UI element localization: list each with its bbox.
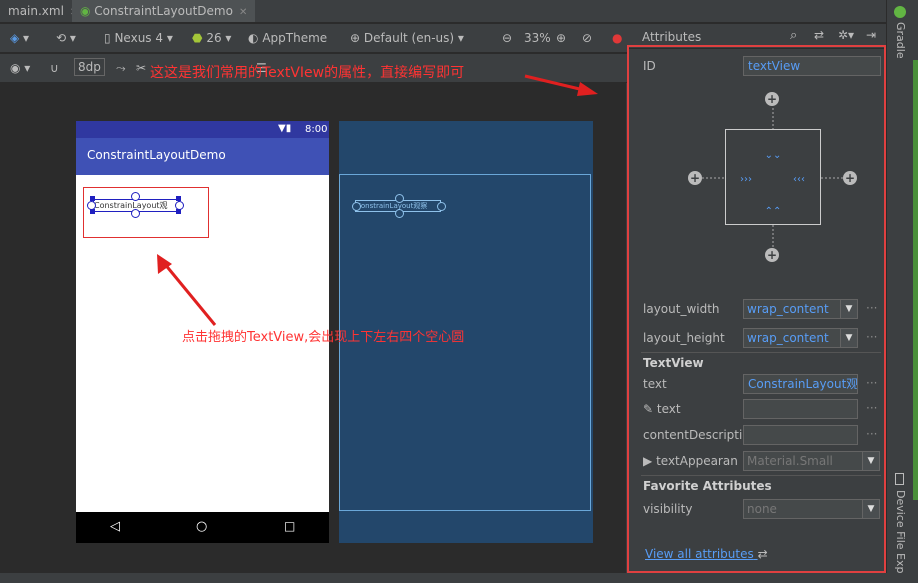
layout-width-select[interactable]: wrap_content ▼ (743, 299, 858, 319)
text-input[interactable]: ConstrainLayout观 (743, 374, 858, 394)
arrow-to-textview (157, 254, 217, 326)
chevron-down-icon: ▼ (840, 329, 857, 347)
svg-text:⌃⌃: ⌃⌃ (765, 206, 782, 217)
chevron-down-icon: ▼ (862, 452, 879, 470)
visibility-select[interactable]: none ▼ (743, 499, 880, 519)
layout-width-label: layout_width (643, 302, 720, 316)
constraint-widget: ⌄⌄ ⌃⌃ ››› ‹‹‹ (702, 108, 845, 248)
bottom-status-strip (0, 573, 918, 583)
expand-triangle-icon: ▶ (643, 454, 653, 468)
divider (641, 352, 881, 353)
layout-height-select[interactable]: wrap_content ▼ (743, 328, 858, 348)
add-bottom-constraint-icon[interactable]: + (765, 248, 779, 262)
content-description-label: contentDescripti (643, 428, 743, 442)
chevron-down-icon: ▼ (840, 300, 857, 318)
more-icon[interactable]: ··· (866, 401, 877, 415)
text-appearance-label-text: textAppearan (656, 454, 738, 468)
gradle-icon (894, 6, 906, 18)
svg-text:‹‹‹: ‹‹‹ (793, 174, 805, 185)
view-all-attributes-link[interactable]: View all attributes ⇄ (645, 547, 768, 561)
device-file-explorer-tab[interactable]: Device File Explorer (894, 490, 907, 573)
device-file-icon (895, 473, 904, 485)
brush-icon: ✎ (643, 402, 654, 416)
id-label: ID (643, 59, 656, 73)
more-icon[interactable]: ··· (866, 427, 877, 441)
annotation-drag-note: 点击拖拽的TextView,会出现上下左右四个空心圆 (182, 330, 465, 345)
chevron-down-icon: ▼ (862, 500, 879, 518)
panel-title: Attributes (642, 30, 702, 44)
side-indicator (913, 60, 918, 500)
gradle-tab[interactable]: Gradle (894, 22, 907, 59)
divider (641, 475, 881, 476)
visibility-label: visibility (643, 502, 693, 516)
search-icon[interactable]: ⌕ (790, 28, 797, 43)
add-right-constraint-icon[interactable]: + (843, 171, 857, 185)
more-icon[interactable]: ··· (866, 301, 877, 315)
swap-icon[interactable]: ⇄ (814, 28, 824, 42)
view-all-label: View all attributes (645, 547, 754, 561)
layout-width-value: wrap_content (747, 302, 829, 316)
textview-section-title: TextView (643, 356, 704, 370)
more-icon[interactable]: ··· (866, 376, 877, 390)
text-label: text (643, 377, 667, 391)
tools-text-label: ✎ text (643, 402, 681, 416)
more-icon[interactable]: ··· (866, 330, 877, 344)
tools-text-label-text: text (656, 402, 681, 416)
visibility-value: none (747, 502, 777, 516)
layout-height-value: wrap_content (747, 331, 829, 345)
favorite-attributes-title: Favorite Attributes (643, 479, 772, 493)
hide-panel-icon[interactable]: ⇥ (866, 28, 876, 42)
svg-text:⌄⌄: ⌄⌄ (765, 150, 782, 161)
id-input[interactable]: textView (743, 56, 881, 76)
swap-icon: ⇄ (757, 547, 768, 561)
arrow-to-attributes (524, 74, 598, 96)
text-appearance-value: Material.Small (747, 454, 833, 468)
annotation-attributes-note: 这这是我们常用的TextVIew的属性，直接编写即可 (150, 65, 465, 81)
add-top-constraint-icon[interactable]: + (765, 92, 779, 106)
text-appearance-select[interactable]: Material.Small ▼ (743, 451, 880, 471)
svg-text:›››: ››› (740, 174, 752, 185)
tools-text-input[interactable] (743, 399, 858, 419)
add-left-constraint-icon[interactable]: + (688, 171, 702, 185)
content-description-input[interactable] (743, 425, 858, 445)
gear-icon[interactable]: ✲▾ (838, 28, 854, 42)
text-appearance-label[interactable]: ▶ textAppearan (643, 454, 738, 468)
layout-height-label: layout_height (643, 331, 725, 345)
